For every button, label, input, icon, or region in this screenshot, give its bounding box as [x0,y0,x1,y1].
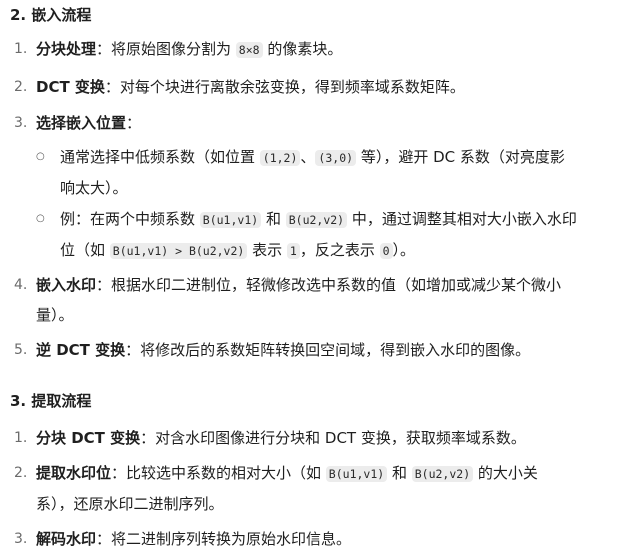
list-item: 3. 选择嵌入位置： [0,108,620,138]
step-text: ：将修改后的系数矩阵转换回空间域，得到嵌入水印的图像。 [125,341,531,359]
list-item: 5. 逆 DCT 变换：将修改后的系数矩阵转换回空间域，得到嵌入水印的图像。 [0,335,620,365]
list-item: 1. 分块 DCT 变换：对含水印图像进行分块和 DCT 变换，获取频率域系数。 [0,423,620,453]
circle-bullet-icon: ○ [36,213,45,224]
step-text: ：比较选中系数的相对大小（如 [111,464,326,482]
step-text: 量）。 [36,306,74,324]
inline-code: B(u2,v2) [411,466,474,482]
inline-code: 1 [286,243,300,259]
list-number: 2. [14,465,28,481]
list-number: 1. [14,430,28,446]
sub-list-item: ○ 通常选择中低频系数（如位置 (1,2)、 (3,0) 等），避开 DC 系数（… [36,142,606,203]
list-number: 5. [14,342,28,358]
step-title: 分块 DCT 变换 [36,429,141,447]
step-title: DCT 变换 [36,78,105,96]
step-text: ： [126,114,142,132]
step-title: 分块处理 [36,40,97,58]
inline-code: B(u2,v2) [285,212,348,228]
step-text: ：将二进制序列转换为原始水印信息。 [96,530,352,548]
list-number: 2. [14,79,28,95]
list-item: 2. DCT 变换：对每个块进行离散余弦变换，得到频率域系数矩阵。 [0,72,620,102]
inline-code: B(u1,v1) > B(u2,v2) [109,243,248,259]
step-title: 提取水印位 [36,464,112,482]
step-text: ：对每个块进行离散余弦变换，得到频率域系数矩阵。 [104,78,465,96]
step-title: 选择嵌入位置 [36,114,127,132]
list-item: 4. 嵌入水印：根据水印二进制位，轻微修改选中系数的值（如增加或减少某个微小量）… [0,270,620,330]
step-title: 解码水印 [36,530,97,548]
list-item: 2. 提取水印位：比较选中系数的相对大小（如 B(u1,v1) 和 B(u2,v… [0,458,620,519]
section-heading-embed: 2. 嵌入流程 [10,6,92,24]
list-item: 3. 解码水印：将二进制序列转换为原始水印信息。 [0,524,620,554]
list-number: 3. [14,115,28,131]
step-title: 嵌入水印 [36,276,97,294]
list-number: 4. [14,277,28,293]
section-heading-extract: 3. 提取流程 [10,392,92,410]
list-item: 1. 分块处理：将原始图像分割为 8×8 的像素块。 [0,34,620,65]
list-number: 3. [14,531,28,547]
step-text: ：将原始图像分割为 [96,40,236,58]
inline-code: (3,0) [315,150,357,166]
step-text: ：对含水印图像进行分块和 DCT 变换，获取频率域系数。 [140,429,526,447]
step-text: ：根据水印二进制位，轻微修改选中系数的值（如增加或减少某个微小 [96,276,562,294]
inline-code: 0 [379,243,393,259]
step-title: 逆 DCT 变换 [36,341,126,359]
inline-code: (1,2) [259,150,301,166]
inline-code: 8×8 [235,42,263,58]
step-text: 的像素块。 [262,40,343,58]
circle-bullet-icon: ○ [36,151,45,162]
inline-code: B(u1,v1) [199,212,262,228]
inline-code: B(u1,v1) [325,466,388,482]
list-number: 1. [14,41,28,57]
sub-list-item: ○ 例：在两个中频系数 B(u1,v1) 和 B(u2,v2) 中，通过调整其相… [36,204,606,266]
